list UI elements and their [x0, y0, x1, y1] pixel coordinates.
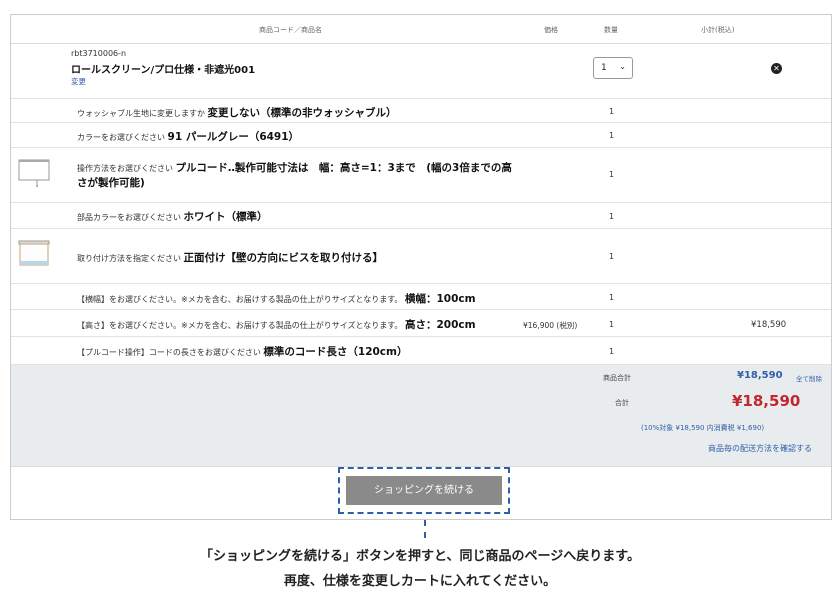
option-value: プルコード‥製作可能寸法は 幅：高さ=1：3まで (幅の3倍までの高: [175, 162, 512, 174]
quantity-select[interactable]: 1 ⌄: [593, 57, 633, 79]
header-subtotal: 小計(税込): [701, 26, 735, 34]
callout-line: [424, 520, 426, 538]
option-row: 【横幅】をお選びください。※メカを含む、お届けする製品の仕上がりサイズとなります…: [11, 284, 831, 310]
option-value: 91 パールグレー（6491）: [167, 131, 300, 143]
option-value: 高さ：200cm: [404, 319, 476, 331]
quantity-value: 1: [601, 63, 607, 73]
option-row: 部品カラーをお選びください ホワイト（標準） 1: [11, 203, 831, 229]
highlight-box: ショッピングを続ける: [338, 467, 510, 514]
chevron-down-icon: ⌄: [619, 62, 626, 71]
tax-note: (10%対象 ¥18,590 内消費税 ¥1,690): [641, 424, 765, 432]
option-row: カラーをお選びください 91 パールグレー（6491） 1: [11, 123, 831, 148]
option-label: 【横幅】をお選びください。※メカを含む、お届けする製品の仕上がりサイズとなります…: [77, 295, 403, 304]
delete-all-link[interactable]: 全て削除: [796, 373, 822, 383]
option-row: 【プルコード操作】コードの長さをお選びください 標準のコード長さ（120cm） …: [11, 337, 831, 365]
option-value: 正面付け【壁の方向にビスを取り付ける】: [183, 252, 384, 264]
option-value: 横幅：100cm: [404, 293, 476, 305]
caption-line1: 「ショッピングを続ける」ボタンを押すと、同じ商品のページへ戻ります。: [200, 549, 640, 564]
header-product: 商品コード／商品名: [259, 26, 322, 34]
option-row: 取り付け方法を指定ください 正面付け【壁の方向にビスを取り付ける】 1: [11, 229, 831, 284]
mount-image: [18, 240, 50, 266]
option-qty: 1: [609, 212, 615, 221]
header-qty: 数量: [604, 26, 618, 34]
continue-shopping-button[interactable]: ショッピングを続ける: [346, 476, 502, 505]
item-total: ¥18,590: [737, 370, 783, 381]
option-label: 取り付け方法を指定ください: [77, 254, 181, 263]
option-label: 部品カラーをお選びください: [77, 213, 181, 222]
pull-cord-image: [18, 159, 50, 187]
grand-total: ¥18,590: [732, 392, 801, 410]
cart-table: 商品コード／商品名 価格 数量 小計(税込) rbt3710006-n ロールス…: [10, 14, 832, 520]
option-qty: 1: [609, 293, 615, 302]
option-row: 操作方法をお選びください プルコード‥製作可能寸法は 幅：高さ=1：3まで (幅…: [11, 148, 831, 203]
option-label: 【高さ】をお選びください。※メカを含む、お届けする製品の仕上がりサイズとなります…: [77, 321, 403, 330]
option-qty: 1: [609, 252, 615, 261]
option-value: ホワイト（標準）: [183, 211, 268, 223]
option-value: 標準のコード長さ（120cm）: [263, 346, 408, 358]
option-label: 操作方法をお選びください: [77, 164, 173, 173]
option-value-cont: さが製作可能): [77, 177, 145, 189]
option-value: 変更しない（標準の非ウォッシャブル）: [207, 107, 397, 119]
option-label: 【プルコード操作】コードの長さをお選びください: [77, 348, 261, 357]
unit-price: ¥16,900 (税別): [523, 321, 578, 330]
caption-line2: 再度、仕様を変更しカートに入れてください。: [283, 574, 557, 589]
option-row: ウォッシャブル生地に変更しますか 変更しない（標準の非ウォッシャブル） 1: [11, 99, 831, 123]
table-header: 商品コード／商品名 価格 数量 小計(税込): [11, 15, 831, 44]
shipping-link[interactable]: 商品毎の配送方法を確認する: [708, 443, 812, 454]
total-label: 合計: [615, 399, 629, 407]
cart-summary: 商品合計 ¥18,590 全て削除 合計 ¥18,590 (10%対象 ¥18,…: [11, 365, 831, 467]
option-qty: 1: [609, 107, 615, 116]
row-subtotal: ¥18,590: [751, 320, 787, 330]
change-link[interactable]: 変更: [71, 76, 86, 87]
option-qty: 1: [609, 347, 615, 356]
product-code: rbt3710006-n: [71, 49, 127, 58]
item-total-label: 商品合計: [603, 374, 631, 382]
option-qty: 1: [609, 131, 615, 140]
option-label: カラーをお選びください: [77, 133, 165, 142]
header-price: 価格: [544, 26, 558, 34]
option-qty: 1: [609, 170, 615, 179]
option-row: 【高さ】をお選びください。※メカを含む、お届けする製品の仕上がりサイズとなります…: [11, 310, 831, 337]
product-row: rbt3710006-n ロールスクリーン/プロ仕様・非遮光001 変更 1 ⌄ …: [11, 43, 831, 99]
delete-icon[interactable]: ✕: [771, 63, 782, 74]
option-label: ウォッシャブル生地に変更しますか: [77, 109, 205, 118]
option-qty: 1: [609, 320, 615, 329]
product-name: ロールスクリーン/プロ仕様・非遮光001: [71, 65, 256, 76]
